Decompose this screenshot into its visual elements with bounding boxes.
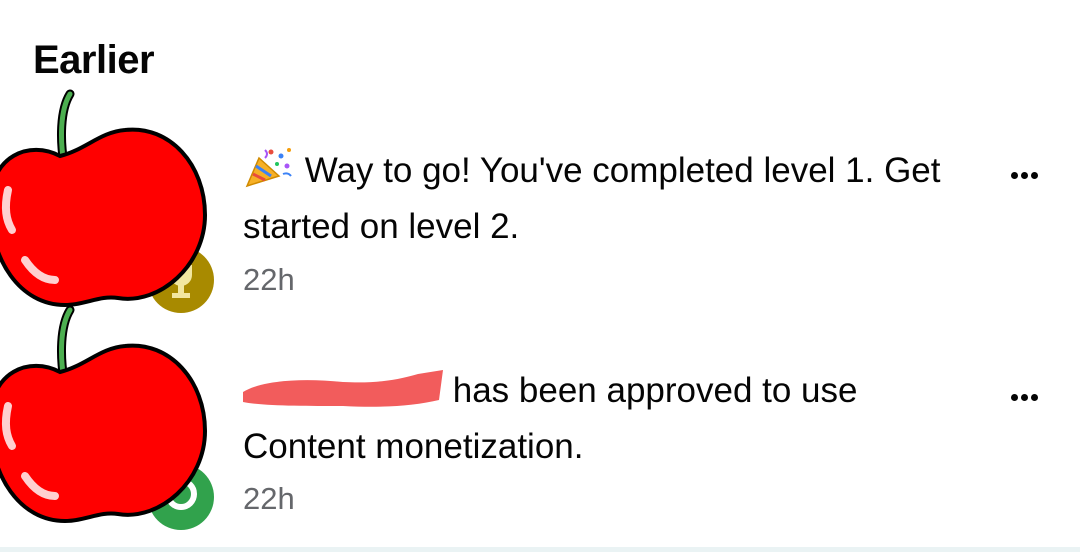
notification-item[interactable]: Way to go! You've completed level 1. Get… <box>0 0 1080 313</box>
notifications-page: Earlier Way to go! You've completed leve… <box>0 0 1080 552</box>
notification-time: 22h <box>243 481 295 516</box>
notification-text: has been approved to use Content monetiz… <box>243 363 943 475</box>
notification-time: 22h <box>243 262 295 297</box>
notification-text: Way to go! You've completed level 1. Get… <box>243 143 943 255</box>
redacted-name <box>243 370 443 410</box>
apple-avatar <box>0 296 230 526</box>
more-options-icon[interactable] <box>1004 166 1044 186</box>
more-options-icon[interactable] <box>1004 388 1044 408</box>
apple-avatar <box>0 80 230 310</box>
divider <box>0 547 1080 552</box>
notification-item[interactable]: has been approved to use Content monetiz… <box>0 296 1080 552</box>
party-popper-icon <box>243 146 295 188</box>
notification-message: Way to go! You've completed level 1. Get… <box>243 151 941 246</box>
